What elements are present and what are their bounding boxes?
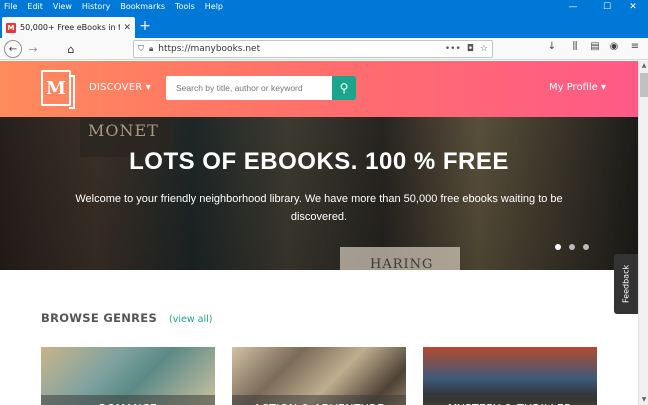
download-icon[interactable]: ↓ — [545, 41, 559, 52]
arrow-right-icon: → — [28, 42, 38, 56]
more-actions-icon[interactable]: ••• — [445, 44, 461, 54]
hero-background-text: MONET — [88, 121, 159, 140]
menu-help[interactable]: Help — [200, 0, 228, 14]
genre-card-mystery-thriller[interactable]: MYSTERY & THRILLER — [423, 347, 597, 405]
menu-history[interactable]: History — [77, 0, 115, 14]
back-button[interactable]: ← — [4, 40, 22, 58]
hero-banner: MONET HARING LOTS OF EBOOKS. 100 % FREE … — [0, 117, 638, 270]
discover-menu[interactable]: DISCOVER ▾ — [89, 82, 151, 93]
genre-card-romance[interactable]: ROMANCE — [41, 347, 215, 405]
my-profile-menu[interactable]: My Profile ▾ — [549, 82, 606, 93]
close-window-button[interactable]: ✕ — [618, 0, 648, 14]
hero-subtitle: Welcome to your friendly neighborhood li… — [75, 193, 563, 223]
tab-manybooks[interactable]: M 50,000+ Free eBooks in the Ge ✕ — [2, 17, 135, 38]
arrow-left-icon: ← — [8, 43, 18, 55]
search-icon: ⚲ — [339, 81, 349, 95]
carousel-dots — [555, 244, 589, 250]
page-scrollbar[interactable]: ▲ ▼ — [638, 61, 648, 405]
pocket-icon[interactable]: ◘ — [467, 44, 474, 54]
site-header: M DISCOVER ▾ ⚲ My Profile ▾ — [0, 61, 638, 117]
navigation-toolbar: ← → ⌂ ⛉ 🔒︎ https://manybooks.net ••• ◘ ☆… — [0, 38, 648, 60]
forward-button[interactable]: → — [24, 40, 42, 58]
address-bar[interactable]: ⛉ 🔒︎ https://manybooks.net ••• ◘ ☆ — [133, 40, 493, 58]
scroll-up-arrow-icon[interactable]: ▲ — [639, 61, 648, 71]
page-viewport: M DISCOVER ▾ ⚲ My Profile ▾ MONET HARING… — [0, 61, 638, 405]
search-input[interactable] — [166, 76, 332, 100]
sidebar-icon[interactable]: ▤ — [588, 41, 602, 52]
search-box: ⚲ — [166, 76, 356, 100]
shield-icon[interactable]: ⛉ — [138, 44, 144, 54]
bookmark-star-icon[interactable]: ☆ — [480, 44, 488, 54]
manybooks-favicon-icon: M — [6, 22, 16, 33]
tab-close-icon[interactable]: ✕ — [123, 23, 131, 33]
tab-strip: M 50,000+ Free eBooks in the Ge ✕ — [0, 14, 648, 38]
carousel-dot-1[interactable] — [555, 244, 561, 250]
genre-card-action-adventure[interactable]: ACTION & ADVENTURE — [232, 347, 406, 405]
browse-genres-title: BROWSE GENRES — [41, 311, 158, 325]
genre-label: ACTION & ADVENTURE — [232, 395, 406, 405]
browse-genres-header: BROWSE GENRES (view all) — [41, 311, 212, 325]
carousel-dot-2[interactable] — [569, 244, 575, 250]
lock-icon[interactable]: 🔒︎ — [149, 44, 153, 54]
menu-file[interactable]: File — [0, 0, 22, 14]
home-icon: ⌂ — [67, 42, 75, 56]
new-tab-button[interactable]: + — [138, 17, 152, 35]
search-button[interactable]: ⚲ — [332, 76, 356, 100]
menu-view[interactable]: View — [48, 0, 77, 14]
menu-bar: File Edit View History Bookmarks Tools H… — [0, 0, 648, 14]
account-icon[interactable]: ◉ — [607, 41, 621, 52]
feedback-button[interactable]: Feedback — [614, 254, 638, 314]
view-all-link[interactable]: (view all) — [169, 314, 212, 325]
url-text[interactable]: https://manybooks.net — [158, 44, 439, 54]
menu-bookmarks[interactable]: Bookmarks — [115, 0, 170, 14]
manybooks-logo[interactable]: M — [41, 70, 75, 109]
hero-background-text: HARING — [370, 257, 434, 270]
genre-label: MYSTERY & THRILLER — [423, 395, 597, 405]
menu-edit[interactable]: Edit — [22, 0, 48, 14]
tab-title: 50,000+ Free eBooks in the Ge — [20, 23, 121, 32]
hamburger-menu-icon[interactable]: ≡ — [628, 41, 642, 52]
hero-title: LOTS OF EBOOKS. 100 % FREE — [129, 148, 509, 175]
library-icon[interactable]: ⫼ — [568, 41, 582, 52]
genre-label: ROMANCE — [41, 395, 215, 405]
carousel-dot-3[interactable] — [583, 244, 589, 250]
home-button[interactable]: ⌂ — [62, 40, 80, 58]
scroll-down-arrow-icon[interactable]: ▼ — [639, 395, 648, 405]
menu-tools[interactable]: Tools — [170, 0, 200, 14]
minimize-button[interactable]: — — [558, 0, 588, 14]
scroll-thumb[interactable] — [640, 73, 648, 97]
